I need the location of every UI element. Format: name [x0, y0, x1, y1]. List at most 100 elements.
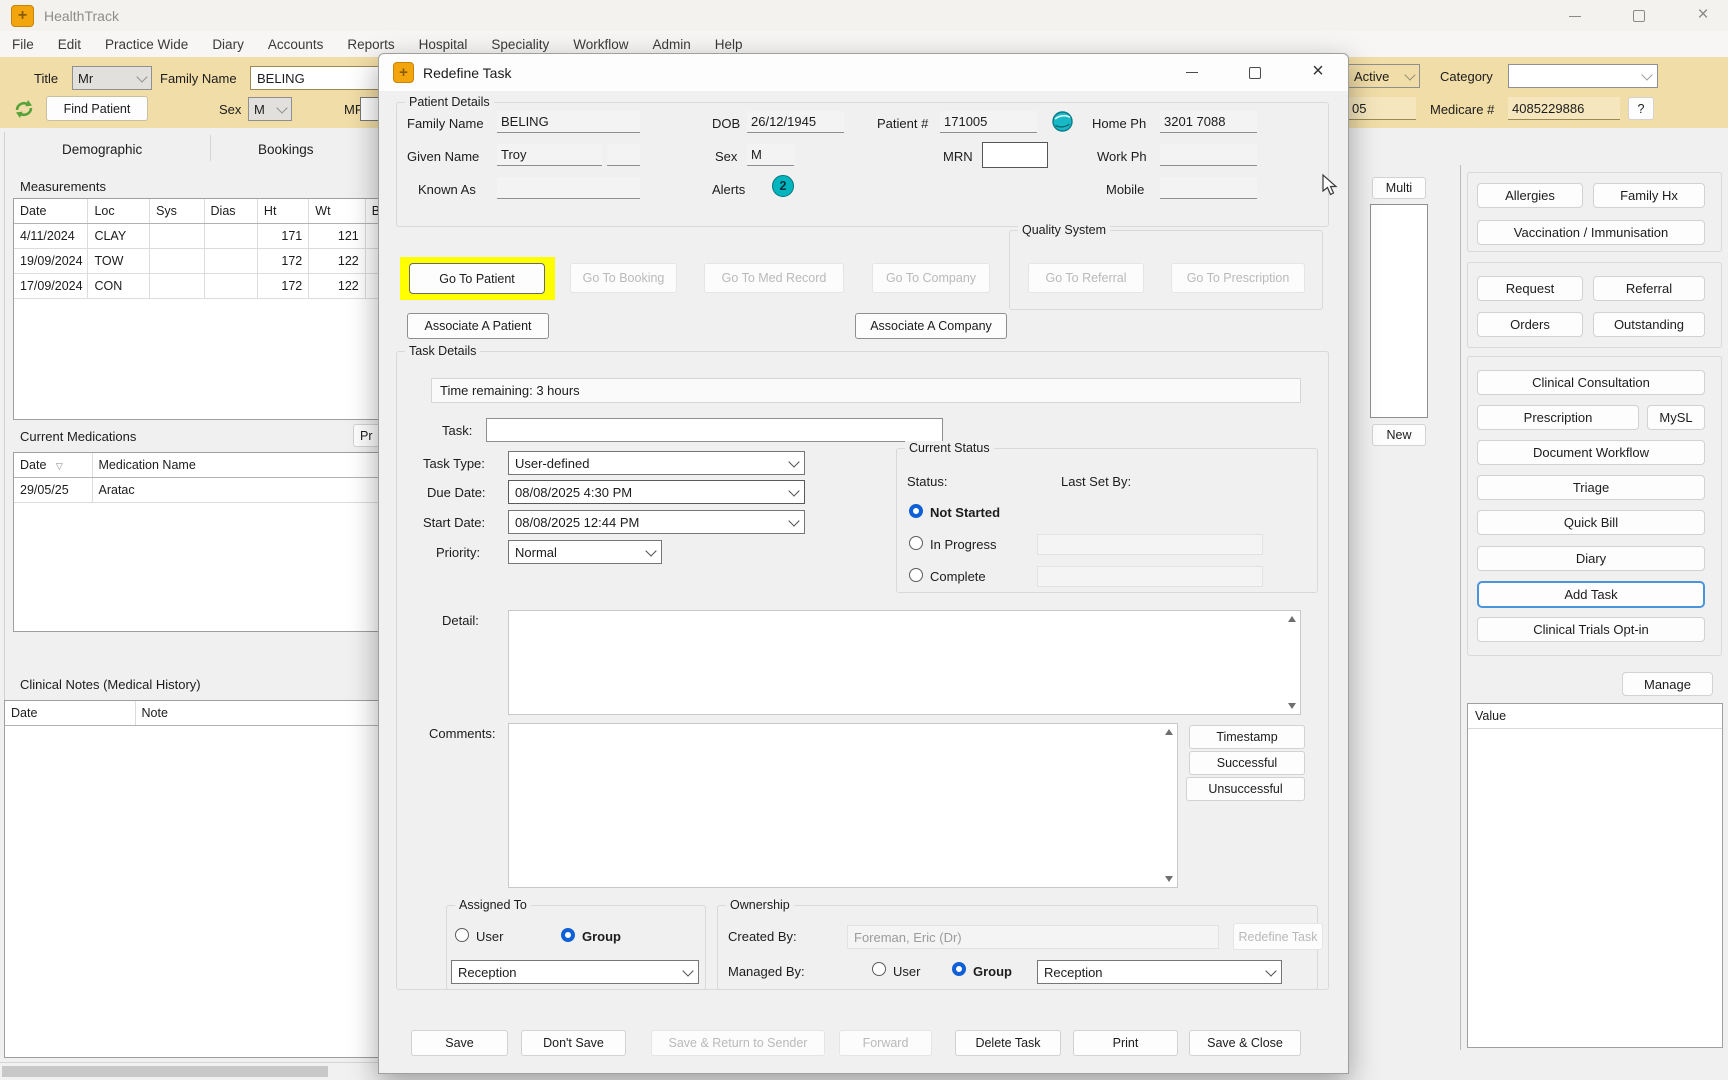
menu-accounts[interactable]: Accounts: [268, 37, 324, 52]
col-sys[interactable]: Sys: [149, 199, 205, 224]
horizontal-scrollbar[interactable]: [0, 1062, 378, 1080]
assigned-user-radio[interactable]: [455, 928, 469, 942]
vaccination-button[interactable]: Vaccination / Immunisation: [1477, 220, 1705, 245]
work-ph-field[interactable]: [1160, 144, 1257, 166]
orders-button[interactable]: Orders: [1477, 312, 1583, 337]
save-close-button[interactable]: Save & Close: [1189, 1030, 1301, 1056]
go-to-referral-button[interactable]: Go To Referral: [1028, 263, 1144, 293]
managed-group-radio[interactable]: [952, 962, 966, 976]
go-to-patient-button[interactable]: Go To Patient: [409, 263, 545, 294]
value-header[interactable]: Value: [1468, 704, 1722, 729]
patient-no-field[interactable]: 171005: [940, 111, 1037, 133]
menu-speciality[interactable]: Speciality: [491, 37, 549, 52]
alerts-count-badge[interactable]: 2: [772, 175, 794, 197]
refresh-icon[interactable]: [12, 97, 36, 121]
redefine-task-button[interactable]: Redefine Task: [1233, 923, 1323, 950]
forward-button[interactable]: Forward: [839, 1030, 932, 1056]
col-ht[interactable]: Ht: [257, 199, 310, 224]
maximize-button[interactable]: [1616, 4, 1662, 28]
family-name-input[interactable]: BELING: [250, 66, 390, 90]
tab-demographic[interactable]: Demographic: [62, 143, 142, 157]
dialog-maximize-button[interactable]: [1232, 60, 1278, 85]
col-wt[interactable]: Wt: [308, 199, 366, 224]
go-to-prescription-button[interactable]: Go To Prescription: [1171, 263, 1305, 293]
mobile-field[interactable]: [1160, 177, 1257, 199]
col-loc[interactable]: Loc: [87, 199, 151, 224]
col-date[interactable]: Date: [5, 701, 136, 726]
quick-bill-button[interactable]: Quick Bill: [1477, 510, 1705, 535]
print-button[interactable]: Print: [1073, 1030, 1178, 1056]
radio-not-started[interactable]: [909, 504, 923, 518]
multi-listbox[interactable]: [1370, 204, 1428, 418]
col-medication-name[interactable]: Medication Name: [92, 453, 412, 478]
dont-save-button[interactable]: Don't Save: [521, 1030, 626, 1056]
go-to-company-button[interactable]: Go To Company: [872, 263, 990, 293]
scroll-down-icon[interactable]: [1165, 876, 1173, 882]
delete-task-button[interactable]: Delete Task: [955, 1030, 1061, 1056]
document-workflow-button[interactable]: Document Workflow: [1477, 440, 1705, 465]
dialog-minimize-button[interactable]: [1169, 60, 1215, 85]
middle-name-field[interactable]: [607, 144, 640, 166]
menu-practice-wide[interactable]: Practice Wide: [105, 37, 188, 52]
scroll-up-icon[interactable]: [1288, 616, 1296, 622]
home-ph-field[interactable]: 3201 7088: [1160, 111, 1257, 133]
mysl-button[interactable]: MySL: [1647, 405, 1705, 430]
table-row[interactable]: 17/09/2024 CON 172 122: [14, 273, 412, 299]
prescription-button[interactable]: Prescription: [1477, 405, 1639, 430]
menu-diary[interactable]: Diary: [212, 37, 244, 52]
category-select[interactable]: [1508, 64, 1658, 88]
scrollbar-thumb[interactable]: [2, 1066, 328, 1077]
timestamp-button[interactable]: Timestamp: [1189, 725, 1305, 749]
menu-file[interactable]: File: [12, 37, 34, 52]
associate-company-button[interactable]: Associate A Company: [855, 313, 1007, 339]
table-row[interactable]: 19/09/2024 TOW 172 122: [14, 248, 412, 274]
col-dias[interactable]: Dias: [204, 199, 258, 224]
close-button[interactable]: ×: [1680, 2, 1726, 28]
tab-bookings[interactable]: Bookings: [258, 143, 314, 157]
table-row[interactable]: 4/11/2024 CLAY 171 121: [14, 223, 412, 249]
family-hx-button[interactable]: Family Hx: [1593, 183, 1705, 208]
menu-reports[interactable]: Reports: [347, 37, 394, 52]
radio-complete[interactable]: [909, 568, 923, 582]
scroll-up-icon[interactable]: [1165, 729, 1173, 735]
request-button[interactable]: Request: [1477, 276, 1583, 301]
manage-button[interactable]: Manage: [1622, 672, 1713, 696]
comments-textarea[interactable]: [508, 723, 1178, 888]
clinical-consultation-button[interactable]: Clinical Consultation: [1477, 370, 1705, 395]
menu-workflow[interactable]: Workflow: [573, 37, 628, 52]
sex-select[interactable]: M: [248, 97, 292, 121]
multi-button[interactable]: Multi: [1372, 177, 1426, 199]
dob-field[interactable]: 26/12/1945: [747, 111, 844, 133]
radio-in-progress[interactable]: [909, 536, 923, 550]
assigned-group-radio[interactable]: [561, 928, 575, 942]
task-input[interactable]: [486, 418, 943, 442]
title-select[interactable]: Mr: [72, 66, 152, 90]
due-date-select[interactable]: 08/08/2025 4:30 PM: [508, 480, 805, 504]
start-date-select[interactable]: 08/08/2025 12:44 PM: [508, 510, 805, 534]
priority-select[interactable]: Normal: [508, 540, 662, 564]
menu-help[interactable]: Help: [715, 37, 743, 52]
unsuccessful-button[interactable]: Unsuccessful: [1186, 777, 1305, 801]
go-to-med-record-button[interactable]: Go To Med Record: [704, 263, 844, 293]
known-as-field[interactable]: [497, 177, 640, 199]
successful-button[interactable]: Successful: [1189, 751, 1305, 775]
globe-icon[interactable]: [1051, 110, 1074, 133]
menu-hospital[interactable]: Hospital: [419, 37, 468, 52]
active-select[interactable]: Active: [1348, 64, 1420, 88]
family-name-field[interactable]: BELING: [497, 111, 640, 133]
save-return-sender-button[interactable]: Save & Return to Sender: [651, 1030, 825, 1056]
managed-user-radio[interactable]: [872, 962, 886, 976]
triage-button[interactable]: Triage: [1477, 475, 1705, 500]
diary-button[interactable]: Diary: [1477, 546, 1705, 571]
new-button[interactable]: New: [1372, 424, 1426, 446]
find-patient-button[interactable]: Find Patient: [46, 96, 148, 121]
assigned-to-select[interactable]: Reception: [451, 960, 699, 984]
table-row[interactable]: 29/05/25 Aratac: [14, 477, 412, 503]
go-to-booking-button[interactable]: Go To Booking: [570, 263, 677, 293]
add-task-button[interactable]: Add Task: [1477, 581, 1705, 608]
col-date[interactable]: Date: [14, 199, 89, 224]
save-button[interactable]: Save: [411, 1030, 508, 1056]
mrn-field[interactable]: [982, 142, 1048, 168]
help-button[interactable]: ?: [1628, 97, 1654, 120]
managed-by-select[interactable]: Reception: [1037, 960, 1282, 984]
